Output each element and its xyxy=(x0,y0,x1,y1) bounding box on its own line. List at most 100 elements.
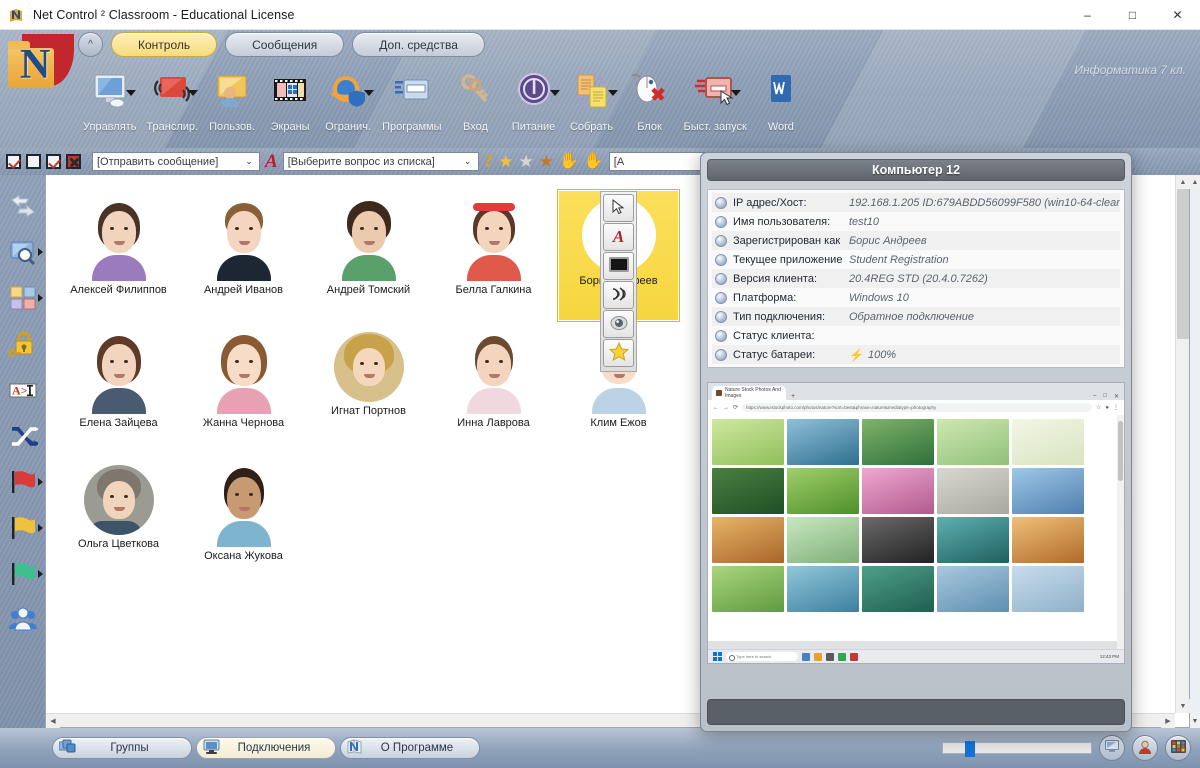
scroll-down-arrow-icon[interactable]: ▼ xyxy=(1176,699,1190,713)
taskbar-app-icon[interactable] xyxy=(802,653,810,661)
student-tile[interactable]: Белла Галкина xyxy=(432,189,555,322)
profile-icon[interactable]: ● xyxy=(1105,405,1109,411)
close-button[interactable]: ✕ xyxy=(1155,0,1200,30)
invert-selection-checkbox[interactable] xyxy=(46,154,61,169)
annotate-tool-button[interactable]: A xyxy=(603,223,634,251)
student-tile[interactable]: Оксана Жукова xyxy=(182,455,305,588)
student-tile[interactable]: Ольга Цветкова xyxy=(57,455,180,588)
photo-thumb[interactable] xyxy=(1012,566,1084,612)
groups-button[interactable]: Группы xyxy=(52,737,192,759)
sidebar-item-layout[interactable] xyxy=(0,275,45,321)
photo-thumb[interactable] xyxy=(712,468,784,514)
screen-view-button[interactable] xyxy=(1099,735,1125,761)
workspace-vertical-scrollbar[interactable]: ▲ ▼ xyxy=(1175,175,1189,713)
question-combo[interactable]: [Выберите вопрос из списка] ⌄ xyxy=(283,152,479,171)
chevron-down-icon[interactable]: ⌄ xyxy=(460,153,476,170)
student-tile[interactable]: Алексей Филиппов xyxy=(57,189,180,322)
grid-view-button[interactable] xyxy=(1165,735,1191,761)
student-tile[interactable]: Андрей Томский xyxy=(307,189,430,322)
clear-selection-checkbox[interactable] xyxy=(66,154,81,169)
hand-yellow-icon[interactable]: ✋ xyxy=(559,154,579,170)
scroll-up-arrow-icon[interactable]: ▲ xyxy=(1190,175,1200,189)
scroll-left-arrow-icon[interactable]: ◀ xyxy=(46,714,60,728)
screen-preview[interactable]: Nature Stock Photos And Images + – □ ✕ ←… xyxy=(707,382,1125,664)
cursor-tool-button[interactable] xyxy=(603,194,634,222)
tool-broadcast[interactable]: Транслир. xyxy=(141,62,203,133)
chevron-down-icon[interactable] xyxy=(731,90,741,96)
chevron-down-icon[interactable] xyxy=(126,90,136,96)
maximize-icon[interactable]: □ xyxy=(1103,393,1107,400)
zoom-slider[interactable] xyxy=(942,742,1092,754)
tool-power[interactable]: Питание xyxy=(505,62,563,133)
help-question-icon[interactable]: ? xyxy=(484,151,494,173)
tool-screens[interactable]: Экраны xyxy=(261,62,319,133)
reward-star-button[interactable] xyxy=(603,339,634,367)
tool-programs[interactable]: Программы xyxy=(377,62,446,133)
chevron-right-icon[interactable] xyxy=(38,524,43,532)
tool-word[interactable]: Word xyxy=(752,62,810,133)
connections-button[interactable]: Подключения xyxy=(196,737,336,759)
maximize-button[interactable]: □ xyxy=(1110,0,1155,30)
scroll-thumb[interactable] xyxy=(1177,189,1189,339)
ribbon-collapse-button[interactable]: ^ xyxy=(78,32,103,57)
chevron-down-icon[interactable] xyxy=(550,90,560,96)
sidebar-item-lock[interactable] xyxy=(0,321,45,367)
select-none-checkbox[interactable] xyxy=(26,154,41,169)
outer-vertical-scrollbar[interactable]: ▲ ▼ xyxy=(1190,175,1200,728)
student-tile[interactable]: Андрей Иванов xyxy=(182,189,305,322)
red-A-icon[interactable]: A xyxy=(265,151,278,173)
photo-thumb[interactable] xyxy=(862,419,934,465)
chevron-down-icon[interactable] xyxy=(608,90,618,96)
minimize-icon[interactable]: – xyxy=(1093,393,1096,400)
photo-thumb[interactable] xyxy=(712,566,784,612)
photo-thumb[interactable] xyxy=(787,468,859,514)
tool-block[interactable]: Блок xyxy=(621,62,679,133)
tool-collect[interactable]: Собрать xyxy=(563,62,621,133)
photo-thumb[interactable] xyxy=(1012,517,1084,563)
star-bronze-icon[interactable]: ★ xyxy=(539,153,554,170)
preview-scrollbar[interactable] xyxy=(1117,415,1124,649)
photo-thumb[interactable] xyxy=(862,468,934,514)
photo-thumb[interactable] xyxy=(787,419,859,465)
taskbar-app-icon[interactable] xyxy=(814,653,822,661)
chevron-down-icon[interactable] xyxy=(364,90,374,96)
forward-arrow-icon[interactable]: → xyxy=(723,405,729,411)
student-tile[interactable]: Елена Зайцева xyxy=(57,322,180,455)
bookmark-star-icon[interactable]: ☆ xyxy=(1096,404,1101,411)
photo-thumb[interactable] xyxy=(937,517,1009,563)
new-tab-button[interactable]: + xyxy=(791,393,795,400)
blank-screen-button[interactable] xyxy=(603,252,634,280)
hand-red-icon[interactable]: ✋ xyxy=(584,154,604,170)
url-text[interactable]: https://www.istockphoto.com/photos/natur… xyxy=(742,403,1092,412)
audio-tool-button[interactable] xyxy=(603,281,634,309)
photo-thumb[interactable] xyxy=(787,566,859,612)
reload-icon[interactable]: ⟳ xyxy=(733,404,738,411)
tool-login[interactable]: Вход xyxy=(447,62,505,133)
tool-quick-launch[interactable]: Быст. запуск xyxy=(679,62,752,133)
chevron-down-icon[interactable]: ⌄ xyxy=(241,153,257,170)
photo-thumb[interactable] xyxy=(1012,419,1084,465)
close-icon[interactable]: ✕ xyxy=(1114,393,1119,400)
photo-thumb[interactable] xyxy=(937,566,1009,612)
scroll-up-arrow-icon[interactable]: ▲ xyxy=(1176,175,1190,189)
scroll-down-arrow-icon[interactable]: ▼ xyxy=(1190,714,1200,728)
photo-thumb[interactable] xyxy=(862,517,934,563)
chevron-right-icon[interactable] xyxy=(38,478,43,486)
photo-thumb[interactable] xyxy=(712,419,784,465)
minimize-button[interactable]: – xyxy=(1065,0,1110,30)
browser-address-bar[interactable]: ← → ⟳ https://www.istockphoto.com/photos… xyxy=(708,400,1124,415)
star-gold-icon[interactable]: ★ xyxy=(498,153,513,170)
sidebar-item-refresh[interactable] xyxy=(0,183,45,229)
scroll-right-arrow-icon[interactable]: ▶ xyxy=(1161,714,1175,728)
student-tile[interactable]: Игнат Портнов xyxy=(307,322,430,455)
sidebar-item-flag-green[interactable] xyxy=(0,551,45,597)
sidebar-item-flag-yellow[interactable] xyxy=(0,505,45,551)
photo-thumb[interactable] xyxy=(937,419,1009,465)
user-view-button[interactable] xyxy=(1132,735,1158,761)
tool-restrict[interactable]: Огранич. xyxy=(319,62,377,133)
tab-extra-tools[interactable]: Доп. средства xyxy=(352,32,485,57)
browser-tab[interactable]: Nature Stock Photos And Images xyxy=(712,386,786,400)
photo-thumb[interactable] xyxy=(1012,468,1084,514)
photo-thumb[interactable] xyxy=(937,468,1009,514)
student-tile[interactable]: Инна Лаврова xyxy=(432,322,555,455)
